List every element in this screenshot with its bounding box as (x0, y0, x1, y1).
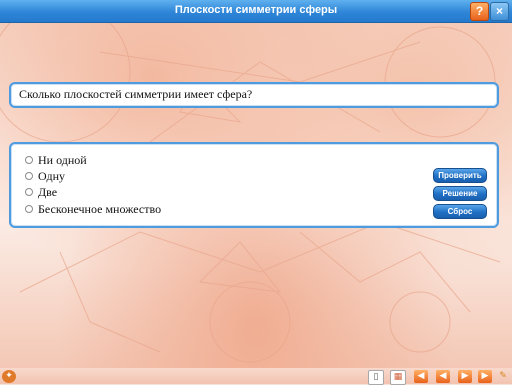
radio-button[interactable] (25, 156, 33, 164)
option-label: Две (38, 185, 58, 199)
pencil-icon[interactable]: ✎ (496, 370, 510, 383)
question-panel: Сколько плоскостей симметрии имеет сфера… (9, 82, 499, 108)
nav-prev-icon[interactable]: ◀ (436, 370, 450, 383)
check-button[interactable]: Проверить (433, 168, 487, 183)
question-text: Сколько плоскостей симметрии имеет сфера… (19, 87, 253, 101)
radio-button[interactable] (25, 188, 33, 196)
radio-button[interactable] (25, 205, 33, 213)
solution-button[interactable]: Решение (433, 186, 487, 201)
sheet-icon[interactable]: ▯ (368, 370, 384, 385)
window-title: Плоскости симметрии сферы (174, 4, 338, 16)
reset-button[interactable]: Сброс (433, 204, 487, 219)
grid-icon[interactable]: ▦ (390, 370, 406, 385)
radio-button[interactable] (25, 172, 33, 180)
help-button[interactable]: ? (470, 2, 489, 21)
nav-first-icon[interactable]: ◀ (414, 370, 428, 383)
option-label: Одну (38, 169, 66, 183)
option-label: Бесконечное множество (38, 202, 162, 216)
answer-panel: Ни одной Одну Две Бесконечное множество … (9, 142, 499, 228)
logo-icon: ✦ (2, 370, 16, 383)
nav-last-icon[interactable]: ▶ (478, 370, 492, 383)
close-button[interactable]: × (490, 2, 509, 21)
nav-next-icon[interactable]: ▶ (458, 370, 472, 383)
title-bar: Плоскости симметрии сферы ? × (0, 0, 512, 23)
option-label: Ни одной (38, 153, 87, 167)
